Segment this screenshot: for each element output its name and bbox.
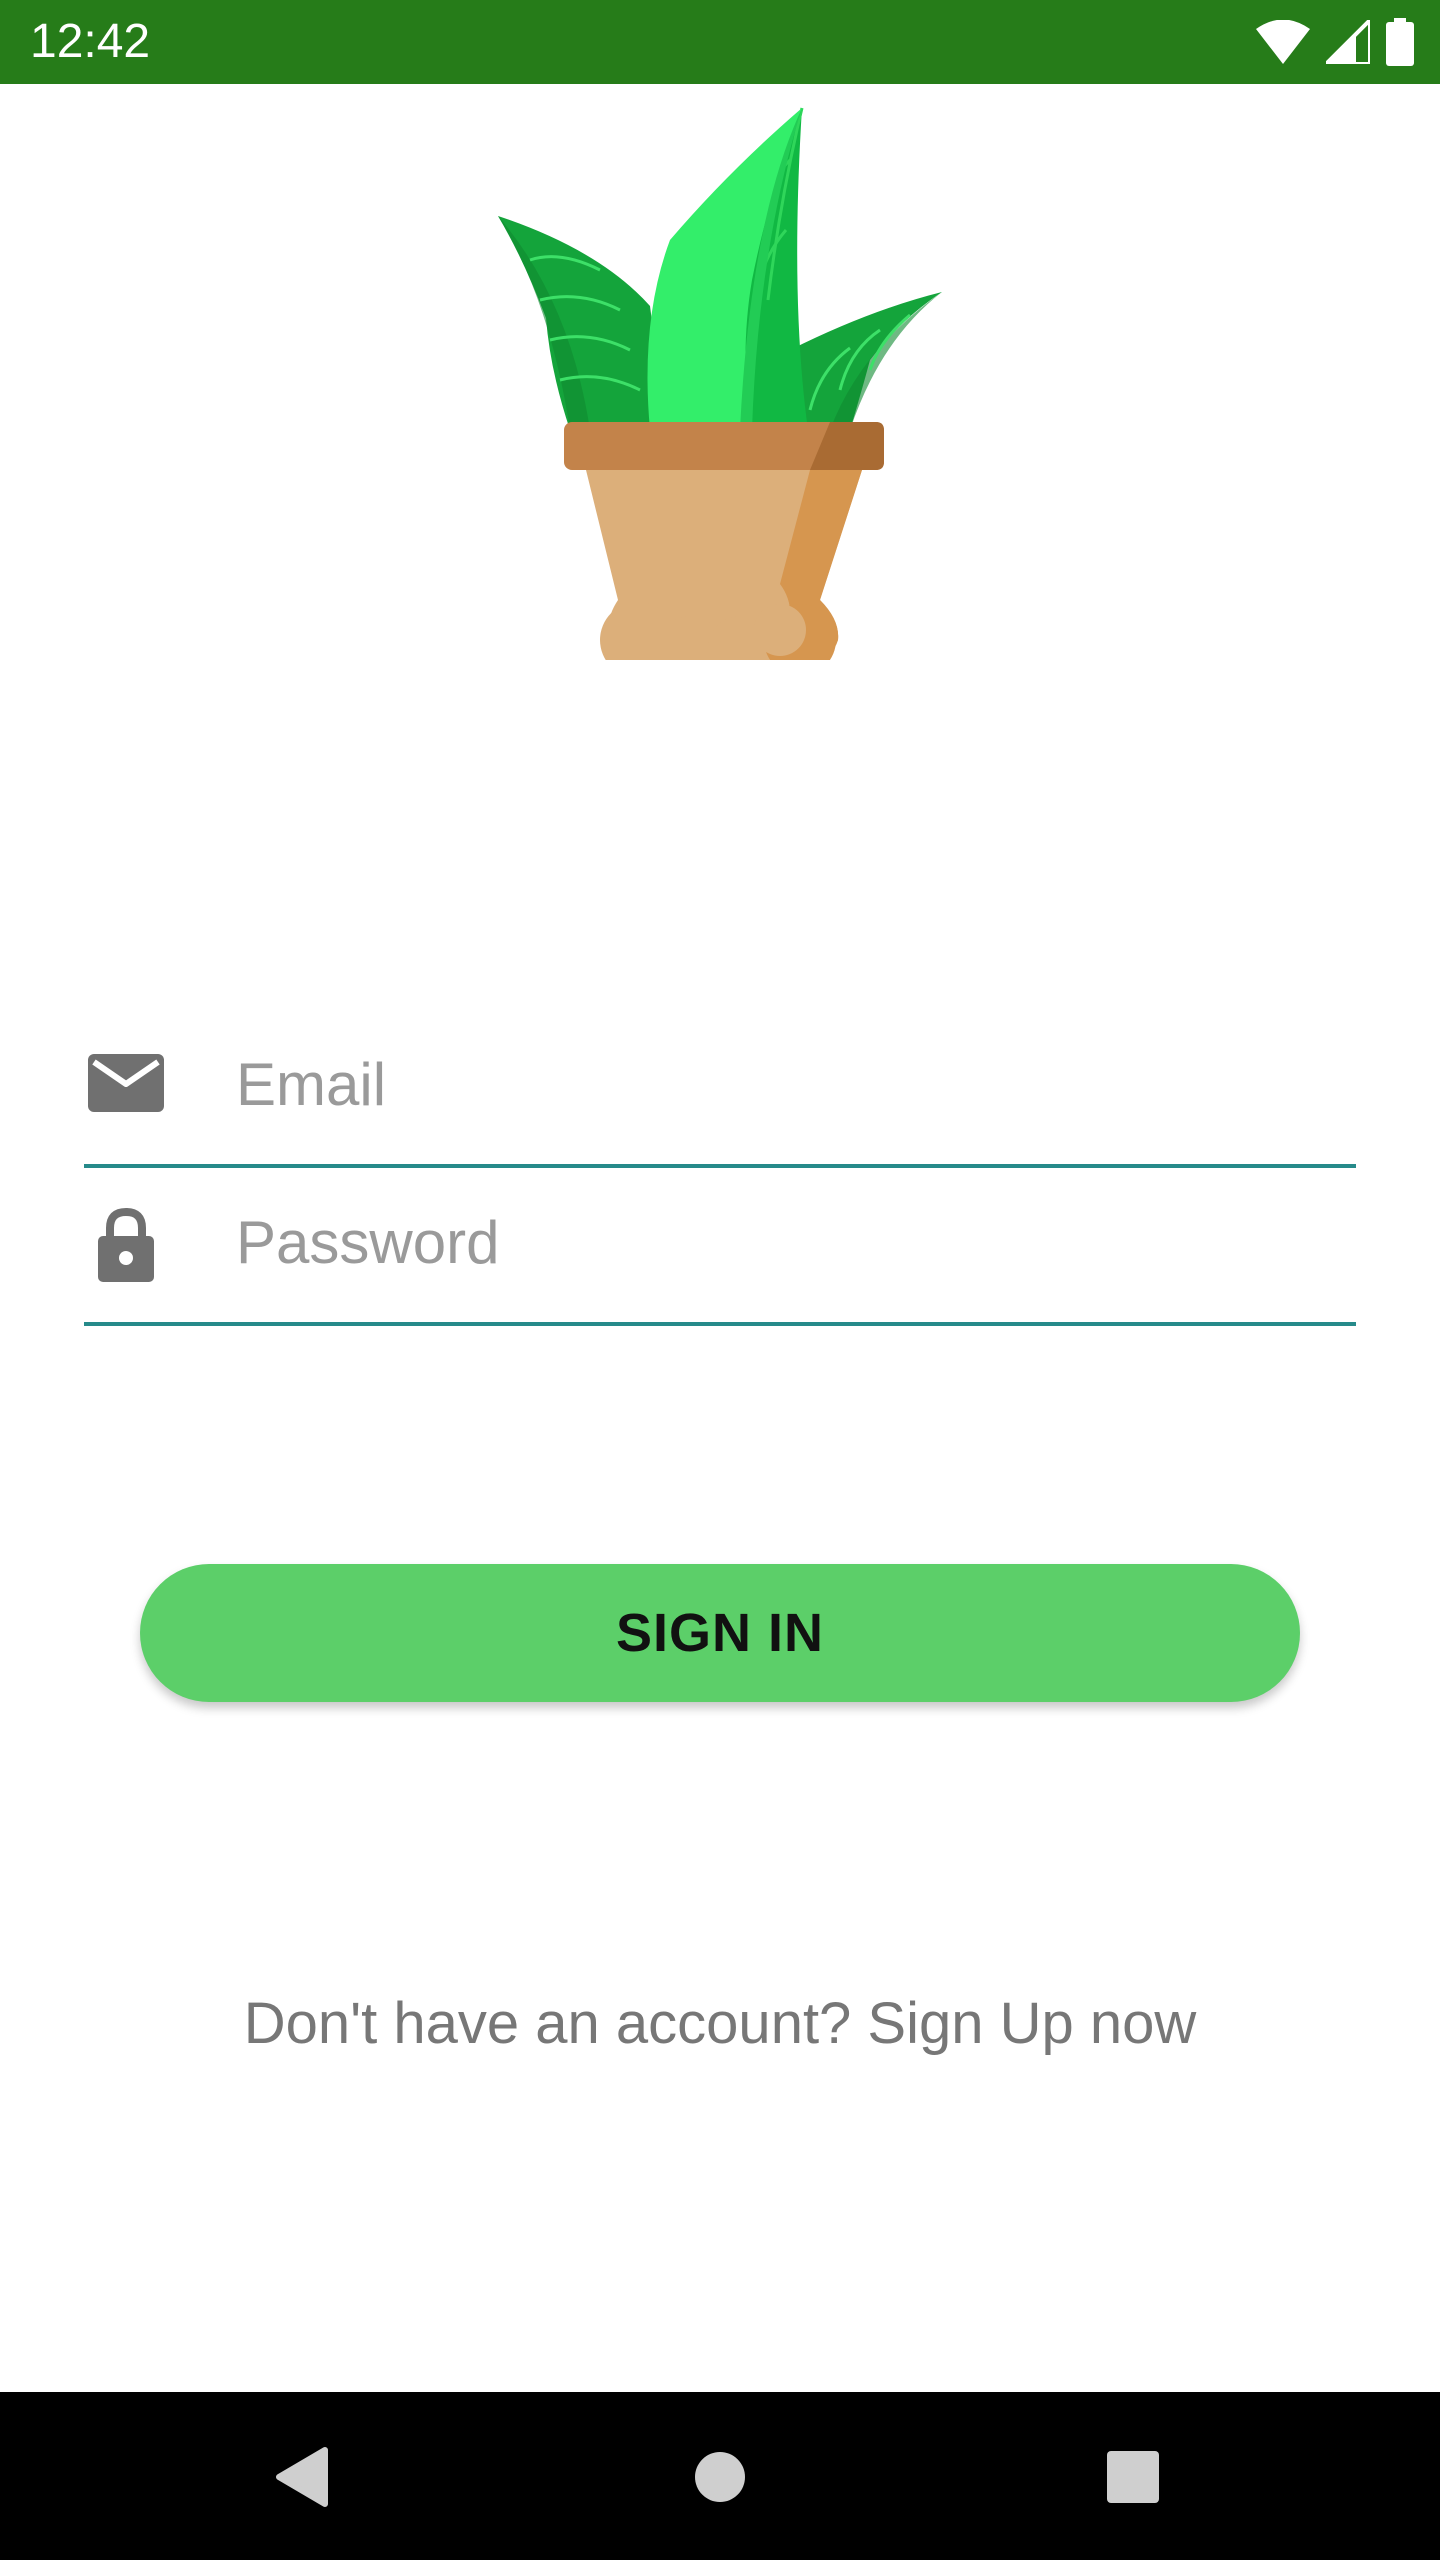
password-field[interactable] [84,1194,1356,1326]
potted-plant-logo [490,100,950,680]
status-bar: 12:42 [0,0,1440,84]
email-icon [88,1050,164,1120]
wifi-icon [1256,20,1310,64]
password-underline [84,1322,1356,1326]
recents-icon[interactable] [1088,2432,1178,2522]
navigation-bar [0,2392,1440,2560]
status-icons [1256,18,1414,66]
home-icon[interactable] [675,2432,765,2522]
status-time: 12:42 [30,15,151,68]
cell-signal-icon [1326,20,1370,64]
lock-icon [88,1207,164,1282]
email-input[interactable] [236,1044,1336,1124]
sign-in-button[interactable]: SIGN IN [140,1564,1300,1702]
email-underline [84,1164,1356,1168]
password-input[interactable] [236,1202,1336,1282]
sign-up-link[interactable]: Don't have an account? Sign Up now [0,1990,1440,2057]
battery-icon [1386,18,1414,66]
email-field[interactable] [84,1036,1356,1168]
back-icon[interactable] [256,2432,346,2522]
